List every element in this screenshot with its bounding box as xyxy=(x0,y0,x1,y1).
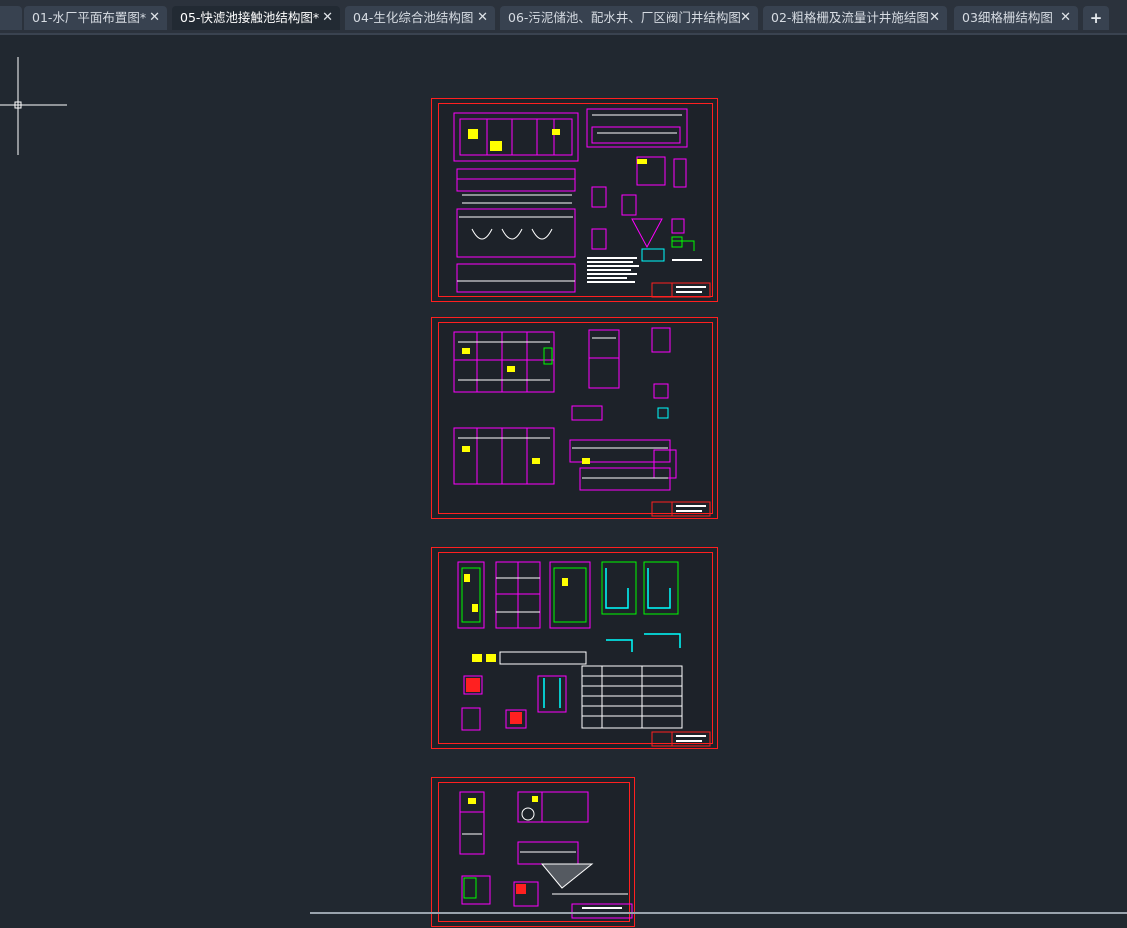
close-icon[interactable]: ✕ xyxy=(1060,6,1071,30)
tab-label: 05-快滤池接触池结构图* xyxy=(180,10,320,25)
sheet-4-drawing xyxy=(459,791,633,919)
close-icon[interactable]: ✕ xyxy=(929,6,940,30)
close-icon[interactable]: ✕ xyxy=(477,6,488,30)
tab-overflow-left[interactable] xyxy=(0,6,22,30)
tab-03-fine-screen[interactable]: 03细格栅结构图 ✕ xyxy=(954,6,1078,30)
sheet-1-drawing xyxy=(453,108,711,298)
document-tab-bar: 01-水厂平面布置图* ✕ 05-快滤池接触池结构图* ✕ 04-生化综合池结构… xyxy=(0,0,1127,35)
tab-01-plant-layout[interactable]: 01-水厂平面布置图* ✕ xyxy=(24,6,167,30)
crosshair-cursor-icon xyxy=(0,57,67,155)
tab-label: 04-生化综合池结构图 xyxy=(353,10,474,25)
model-space-canvas[interactable] xyxy=(0,35,1127,927)
drawing-sheet-3[interactable] xyxy=(431,547,718,749)
drawing-sheet-1[interactable] xyxy=(431,98,718,302)
tab-label: 01-水厂平面布置图* xyxy=(32,10,147,25)
sheet-2-drawing xyxy=(453,327,711,517)
close-icon[interactable]: ✕ xyxy=(149,6,160,30)
tab-label: 06-污泥储池、配水井、厂区阀门井结构图 xyxy=(508,10,741,25)
tab-label: 02-粗格栅及流量计井施结图 xyxy=(771,10,929,25)
drawing-sheet-2[interactable] xyxy=(431,317,718,519)
new-tab-button[interactable]: + xyxy=(1083,6,1109,30)
horizontal-scrollbar[interactable] xyxy=(310,912,1127,914)
tab-02-coarse-screen[interactable]: 02-粗格栅及流量计井施结图 ✕ xyxy=(763,6,947,30)
tab-04-biochemical-tank[interactable]: 04-生化综合池结构图 ✕ xyxy=(345,6,495,30)
close-icon[interactable]: ✕ xyxy=(740,6,751,30)
tab-label: 03细格栅结构图 xyxy=(962,10,1053,25)
drawing-sheet-4[interactable] xyxy=(431,777,635,927)
tab-05-filter-contact-tank[interactable]: 05-快滤池接触池结构图* ✕ xyxy=(172,6,340,30)
tab-06-sludge-tank[interactable]: 06-污泥储池、配水井、厂区阀门井结构图 ✕ xyxy=(500,6,758,30)
close-icon[interactable]: ✕ xyxy=(322,6,333,30)
sheet-3-drawing xyxy=(457,561,711,747)
